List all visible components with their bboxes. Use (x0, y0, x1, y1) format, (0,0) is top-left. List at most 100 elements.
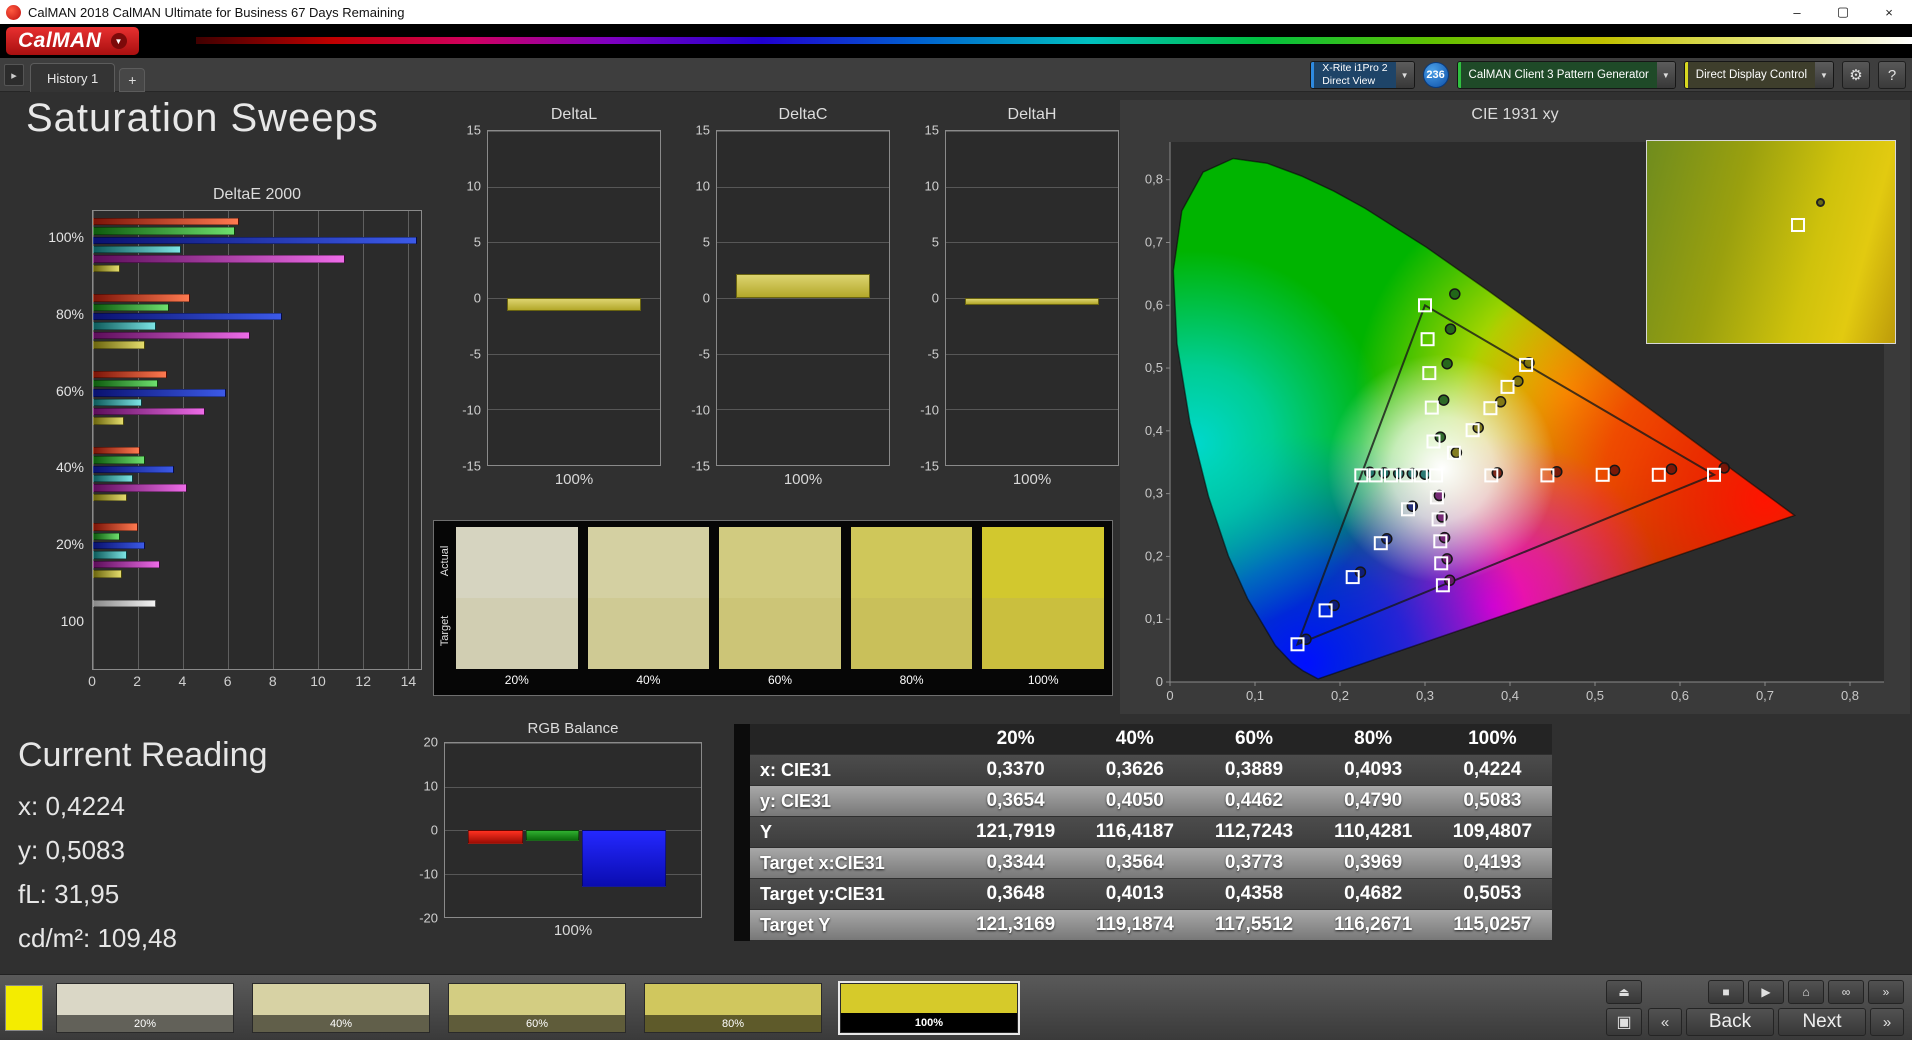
page-title: Saturation Sweeps (26, 96, 379, 141)
minimize-button[interactable]: – (1774, 0, 1820, 24)
y-tick-label: 20 (424, 735, 438, 750)
swatch-label: 100% (982, 669, 1104, 691)
close-button[interactable]: × (1866, 0, 1912, 24)
pattern-window-button[interactable]: ▣ (1606, 1008, 1642, 1036)
y-axis: 151050-5-10-15 (676, 130, 716, 466)
group-label: 100 (61, 613, 84, 629)
y-axis: 151050-5-10-15 (905, 130, 945, 466)
pattern-swatch-100%[interactable]: 100% (840, 983, 1018, 1033)
row-label: Target Y (750, 915, 956, 936)
measured-point-green (1450, 289, 1460, 299)
target-swatch (456, 598, 578, 669)
continuous-read-button[interactable]: ∞ (1828, 980, 1864, 1004)
gridline (946, 187, 1118, 188)
skip-forward-button[interactable]: » (1870, 1008, 1904, 1036)
home-button[interactable]: ⌂ (1788, 980, 1824, 1004)
gridline (717, 409, 889, 410)
table-cell: 0,4682 (1314, 883, 1433, 905)
x-tick-label: 6 (224, 673, 232, 689)
target-swatch (982, 598, 1104, 669)
deltae-bar-yellow (93, 265, 120, 272)
y-tick-label: -10 (691, 403, 710, 418)
table-cell: 0,3648 (956, 883, 1075, 905)
settings-button[interactable]: ⚙ (1842, 61, 1870, 89)
x-tick-label: 2 (133, 673, 141, 689)
pattern-swatch-20%[interactable]: 20% (56, 983, 234, 1033)
home-icon: ⌂ (1802, 985, 1809, 999)
y-tick-label: 10 (696, 179, 710, 194)
y-tick-label: 5 (474, 235, 481, 250)
svg-text:0,5: 0,5 (1145, 360, 1163, 375)
gridline (717, 354, 889, 355)
table-cell: 0,4462 (1194, 790, 1313, 812)
target-swatch (851, 598, 973, 669)
calman-logo-menu[interactable]: CalMAN ▼ (6, 27, 139, 55)
pattern-swatch-40%[interactable]: 40% (252, 983, 430, 1033)
skip-back-button[interactable]: « (1648, 1008, 1682, 1036)
play-button[interactable]: ▶ (1748, 980, 1784, 1004)
deltae-bar-cyan (93, 322, 156, 329)
y-tick-label: 10 (467, 179, 481, 194)
y-tick-label: 0 (431, 823, 438, 838)
group-label: 80% (56, 306, 84, 322)
meter-dropdown[interactable]: X-Rite i1Pro 2 Direct View ▼ (1310, 61, 1414, 89)
next-button[interactable]: Next (1778, 1008, 1866, 1036)
table-cell: 116,4187 (1075, 821, 1194, 843)
deltae-bar-cyan (93, 551, 127, 558)
target-swatch (719, 598, 841, 669)
svg-text:0,1: 0,1 (1246, 688, 1264, 703)
y-tick-label: -10 (462, 403, 481, 418)
actual-swatch (851, 527, 973, 598)
tab-bar: ▸ History 1 + X-Rite i1Pro 2 Direct View… (0, 58, 1912, 92)
pattern-swatch-60%[interactable]: 60% (448, 983, 626, 1033)
deltae-bar-green (93, 380, 158, 387)
row-label: Target y:CIE31 (750, 884, 956, 905)
group-label: 40% (56, 459, 84, 475)
fast-forward-button[interactable]: » (1868, 980, 1904, 1004)
pattern-swatch-80%[interactable]: 80% (644, 983, 822, 1033)
table-row: x: CIE310,33700,36260,38890,40930,4224 (750, 755, 1552, 786)
table-cell: 0,3654 (956, 790, 1075, 812)
rgb-plot-body: 20100-10-20 (398, 742, 702, 918)
measured-point-cyan (1420, 469, 1430, 479)
deltae-bar-blue (93, 389, 226, 396)
stop-button[interactable]: ■ (1708, 980, 1744, 1004)
meter-label: X-Rite i1Pro 2 Direct View (1311, 62, 1395, 88)
table-cell: 0,4093 (1314, 759, 1433, 781)
gridline (488, 409, 660, 410)
gridline (717, 465, 889, 466)
help-button[interactable]: ? (1878, 61, 1906, 89)
svg-text:0,1: 0,1 (1145, 611, 1163, 626)
maximize-button[interactable]: ▢ (1820, 0, 1866, 24)
display-control-dropdown[interactable]: Direct Display Control ▼ (1684, 61, 1834, 89)
pattern-generator-dropdown[interactable]: CalMAN Client 3 Pattern Generator ▼ (1457, 61, 1676, 89)
column-header: 80% (1314, 728, 1433, 750)
svg-text:0,5: 0,5 (1586, 688, 1604, 703)
table-cell: 0,4013 (1075, 883, 1194, 905)
actual-row-label: Actual (439, 536, 451, 586)
y-tick-label: 10 (424, 779, 438, 794)
add-tab-button[interactable]: + (119, 68, 145, 92)
table-row: Target y:CIE310,36480,40130,43580,46820,… (750, 879, 1552, 910)
deltae-bar-blue (93, 542, 145, 549)
table-cell: 116,2671 (1314, 914, 1433, 936)
deltae-bar-red (93, 294, 190, 301)
back-button[interactable]: Back (1686, 1008, 1774, 1036)
window-controls: – ▢ × (1774, 0, 1912, 24)
gridline (717, 131, 889, 132)
pattern-swatch-label: 40% (253, 1015, 429, 1032)
swatch-label: 40% (588, 669, 710, 691)
rgb-bar-green (526, 830, 580, 841)
cie-zoom-inset (1646, 140, 1896, 344)
tab-history-1[interactable]: History 1 (30, 63, 115, 92)
brand-row: CalMAN ▼ (0, 24, 1912, 58)
active-pattern-color (5, 985, 43, 1031)
gridline (946, 131, 1118, 132)
svg-text:0,8: 0,8 (1841, 688, 1859, 703)
eject-button[interactable]: ⏏ (1606, 980, 1642, 1004)
workflow-pane-toggle[interactable]: ▸ (4, 64, 24, 86)
tabs: History 1 + (30, 63, 145, 92)
gridline (445, 917, 701, 918)
gridline (488, 465, 660, 466)
help-icon: ? (1888, 67, 1896, 84)
